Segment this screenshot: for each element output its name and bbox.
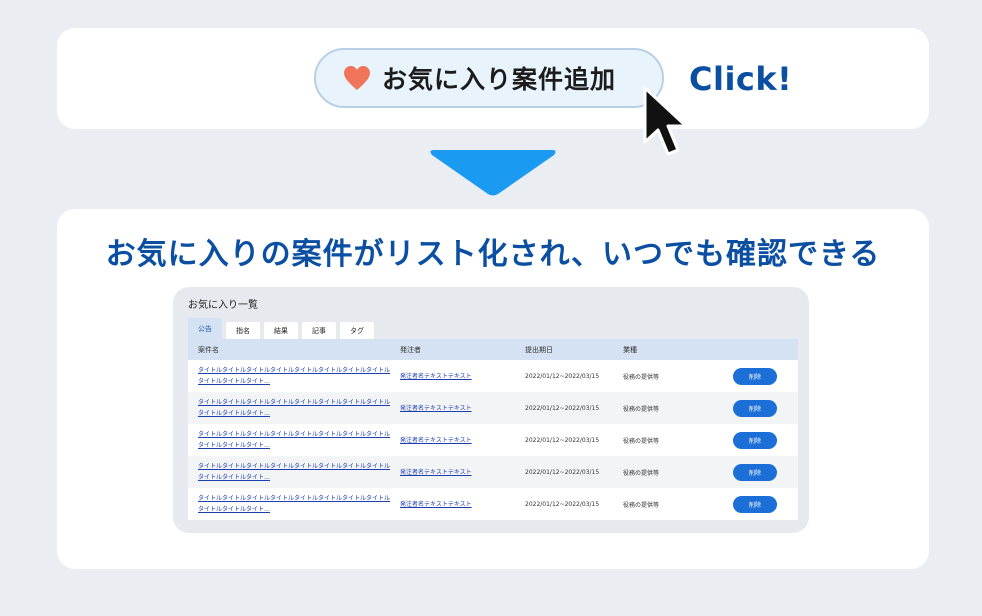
column-header-orderer: 発注者 (400, 345, 421, 354)
delete-button[interactable]: 削除 (733, 399, 777, 417)
heart-icon (342, 64, 372, 92)
table-row: タイトルタイトルタイトルタイトルタイトルタイトルタイトルタイトル タイトルタイト… (188, 488, 798, 520)
table-row: タイトルタイトルタイトルタイトルタイトルタイトルタイトルタイトル タイトルタイト… (188, 360, 798, 392)
column-header-industry: 業種 (623, 345, 637, 354)
orderer-link[interactable]: 発注者名テキストテキスト (400, 437, 472, 444)
period-cell: 2022/01/12~2022/03/15 (525, 404, 600, 412)
project-title-link[interactable]: タイトルタイトルタイトルタイトルタイトルタイトルタイトルタイトル タイトルタイト… (188, 493, 400, 515)
period-cell: 2022/01/12~2022/03/15 (525, 468, 600, 476)
click-callout: Click! (689, 60, 793, 98)
add-favorite-button[interactable]: お気に入り案件追加 (314, 48, 664, 108)
delete-button[interactable]: 削除 (733, 495, 777, 513)
orderer-link[interactable]: 発注者名テキストテキスト (400, 469, 472, 476)
delete-button[interactable]: 削除 (733, 463, 777, 481)
period-cell: 2022/01/12~2022/03/15 (525, 436, 600, 444)
add-favorite-label: お気に入り案件追加 (382, 65, 617, 94)
tab-tag[interactable]: タグ (340, 322, 374, 340)
mouse-pointer-icon (640, 84, 692, 164)
tab-bar: 公告 指名 結果 記事 タグ (188, 318, 374, 340)
industry-cell: 役務の提供等 (623, 469, 660, 477)
feature-headline: お気に入りの案件がリスト化され、いつでも確認できる (105, 237, 881, 272)
project-title-link[interactable]: タイトルタイトルタイトルタイトルタイトルタイトルタイトルタイトル タイトルタイト… (188, 429, 400, 451)
tab-shimei[interactable]: 指名 (226, 322, 260, 340)
table-row: タイトルタイトルタイトルタイトルタイトルタイトルタイトルタイトル タイトルタイト… (188, 392, 798, 424)
table-row: タイトルタイトルタイトルタイトルタイトルタイトルタイトルタイトル タイトルタイト… (188, 424, 798, 456)
favorites-table: 案件名 発注者 提出期日 業種 タイトルタイトルタイトルタイトルタイトルタイトル… (188, 339, 798, 520)
project-title-link[interactable]: タイトルタイトルタイトルタイトルタイトルタイトルタイトルタイトル タイトルタイト… (188, 461, 400, 483)
tab-kekka[interactable]: 結果 (264, 322, 298, 340)
column-header-period: 提出期日 (525, 345, 553, 354)
down-arrow-icon (428, 149, 558, 201)
project-title-link[interactable]: タイトルタイトルタイトルタイトルタイトルタイトルタイトルタイトル タイトルタイト… (188, 365, 400, 387)
tab-koukoku[interactable]: 公告 (188, 318, 222, 340)
tab-kiji[interactable]: 記事 (302, 322, 336, 340)
delete-button[interactable]: 削除 (733, 367, 777, 385)
industry-cell: 役務の提供等 (623, 437, 660, 445)
orderer-link[interactable]: 発注者名テキストテキスト (400, 405, 472, 412)
table-row: タイトルタイトルタイトルタイトルタイトルタイトルタイトルタイトル タイトルタイト… (188, 456, 798, 488)
delete-button[interactable]: 削除 (733, 431, 777, 449)
orderer-link[interactable]: 発注者名テキストテキスト (400, 501, 472, 508)
project-title-link[interactable]: タイトルタイトルタイトルタイトルタイトルタイトルタイトルタイトル タイトルタイト… (188, 397, 400, 419)
column-header-title: 案件名 (198, 345, 219, 354)
period-cell: 2022/01/12~2022/03/15 (525, 372, 600, 380)
industry-cell: 役務の提供等 (623, 501, 660, 509)
period-cell: 2022/01/12~2022/03/15 (525, 500, 600, 508)
orderer-link[interactable]: 発注者名テキストテキスト (400, 373, 472, 380)
industry-cell: 役務の提供等 (623, 373, 660, 381)
table-header: 案件名 発注者 提出期日 業種 (188, 339, 798, 360)
industry-cell: 役務の提供等 (623, 405, 660, 413)
panel-title: お気に入り一覧 (188, 300, 258, 311)
